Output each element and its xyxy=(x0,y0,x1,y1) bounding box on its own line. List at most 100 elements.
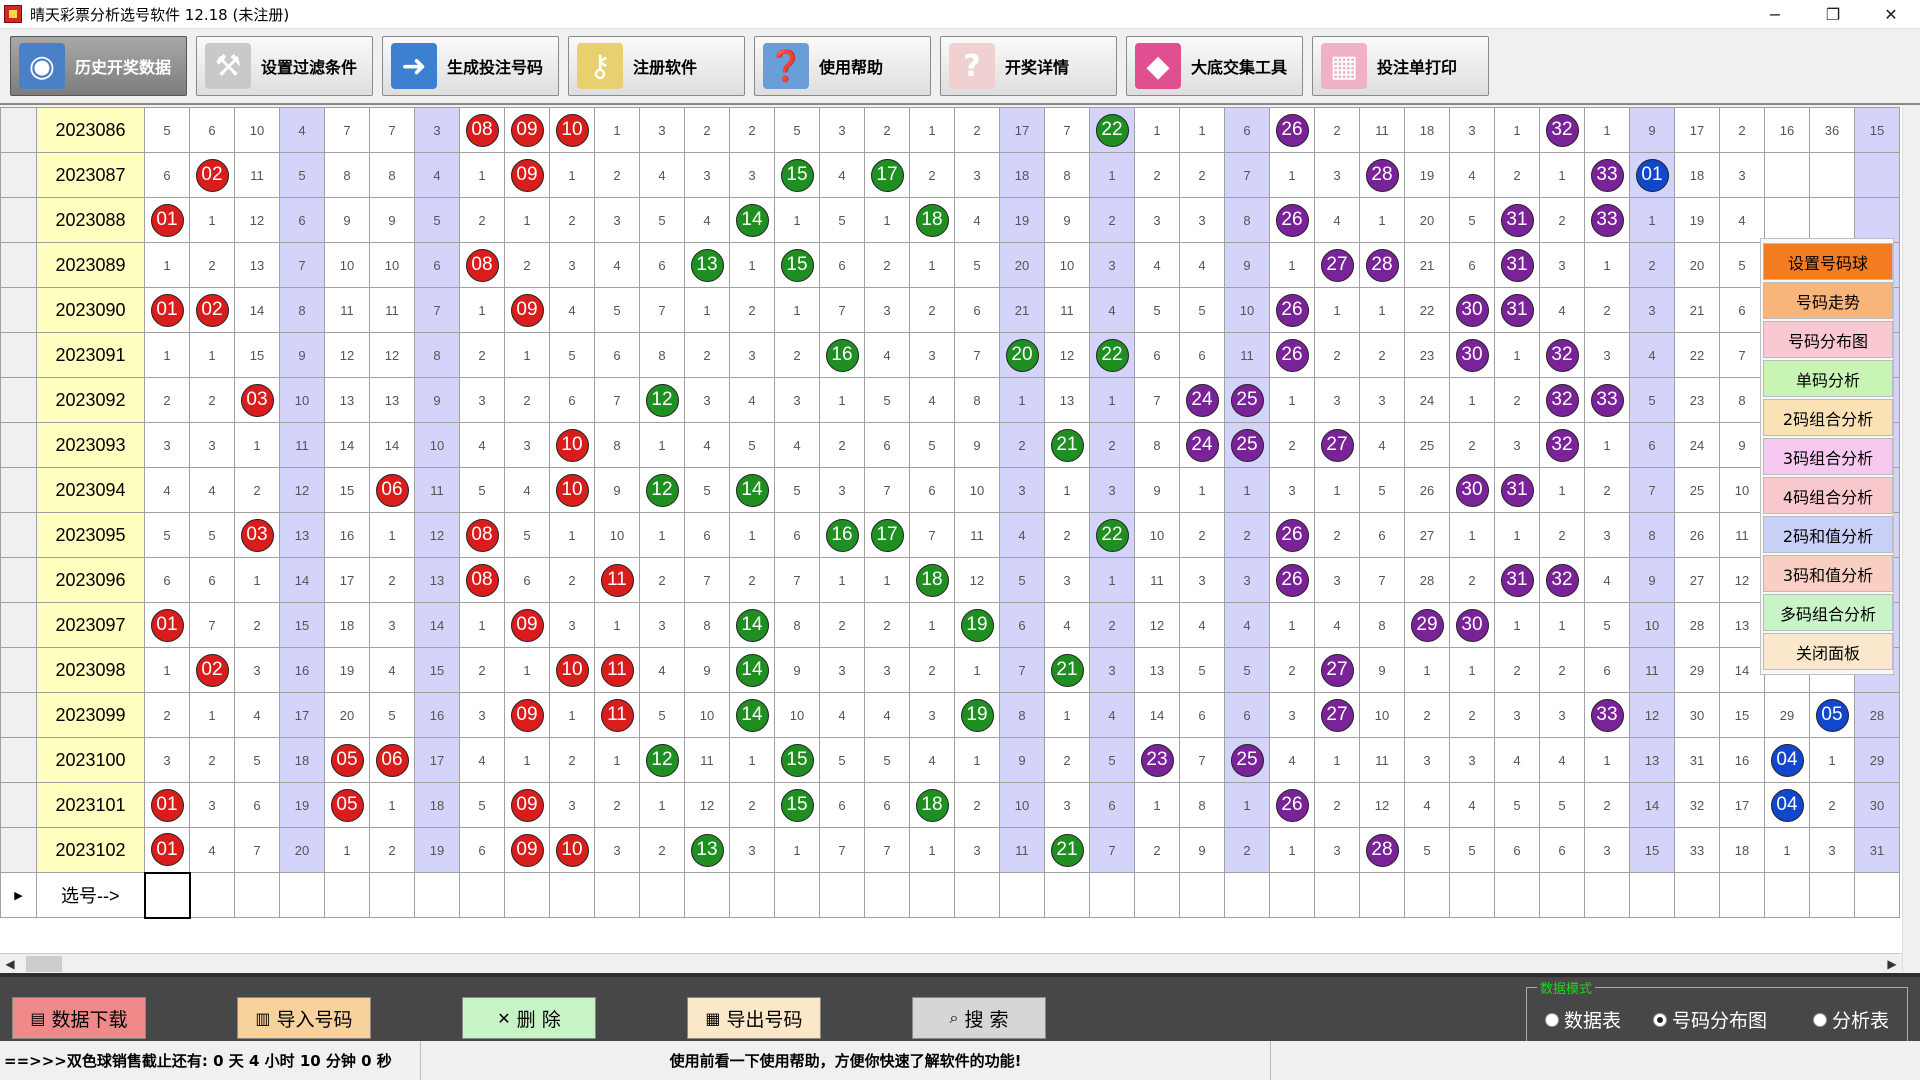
toolbar-button-4[interactable]: ❓ 使用帮助 xyxy=(754,36,931,96)
grid-cell[interactable]: 31 xyxy=(1494,557,1540,603)
grid-cell[interactable]: 5 xyxy=(999,557,1045,603)
toolbar-button-7[interactable]: ▦ 投注单打印 xyxy=(1312,36,1489,96)
grid-cell[interactable]: 1 xyxy=(1584,107,1630,153)
grid-cell[interactable]: 28 xyxy=(1674,602,1720,648)
grid-cell[interactable]: 1 xyxy=(144,647,190,693)
grid-cell[interactable]: 2 xyxy=(1314,782,1360,828)
grid-cell[interactable]: 2 xyxy=(1224,827,1270,873)
grid-cell[interactable]: 3 xyxy=(1224,557,1270,603)
grid-cell[interactable]: 1 xyxy=(1584,737,1630,783)
grid-cell[interactable]: 5 xyxy=(774,467,820,513)
grid-cell[interactable]: 4 xyxy=(1089,692,1135,738)
grid-cell[interactable]: 11 xyxy=(414,467,460,513)
grid-cell[interactable]: 3 xyxy=(549,782,595,828)
grid-cell[interactable]: 16 xyxy=(414,692,460,738)
grid-cell[interactable]: 7 xyxy=(279,242,325,288)
select-input-cell[interactable] xyxy=(1584,872,1630,918)
select-input-cell[interactable] xyxy=(1449,872,1495,918)
grid-cell[interactable]: 05 xyxy=(324,782,370,828)
grid-cell[interactable]: 14 xyxy=(369,422,415,468)
side-panel-button-5[interactable]: 3码组合分析 xyxy=(1763,438,1893,475)
grid-cell[interactable]: 33 xyxy=(1674,827,1720,873)
grid-cell[interactable]: 20 xyxy=(1404,197,1450,243)
grid-cell[interactable]: 6 xyxy=(1629,422,1675,468)
grid-cell[interactable]: 6 xyxy=(1224,107,1270,153)
grid-cell[interactable]: 1 xyxy=(1134,107,1180,153)
grid-cell[interactable]: 2 xyxy=(1584,287,1630,333)
grid-cell[interactable]: 5 xyxy=(729,422,775,468)
grid-cell[interactable]: 1 xyxy=(774,197,820,243)
grid-cell[interactable]: 5 xyxy=(1539,782,1585,828)
grid-cell[interactable]: 13 xyxy=(234,242,280,288)
grid-cell[interactable]: 13 xyxy=(279,512,325,558)
select-input-cell[interactable] xyxy=(1134,872,1180,918)
grid-cell[interactable]: 6 xyxy=(864,782,910,828)
toolbar-button-0[interactable]: ◉ 历史开奖数据 xyxy=(10,36,187,96)
grid-cell[interactable]: 1 xyxy=(1044,467,1090,513)
grid-cell[interactable]: 04 xyxy=(1764,782,1810,828)
grid-cell[interactable]: 15 xyxy=(774,737,820,783)
grid-cell[interactable]: 3 xyxy=(1269,692,1315,738)
grid-cell[interactable]: 8 xyxy=(999,692,1045,738)
grid-cell[interactable]: 1 xyxy=(819,377,865,423)
grid-cell[interactable]: 33 xyxy=(1584,152,1630,198)
select-input-cell[interactable] xyxy=(234,872,280,918)
grid-cell[interactable]: 4 xyxy=(189,827,235,873)
grid-cell[interactable]: 2 xyxy=(1449,422,1495,468)
grid-cell[interactable]: 10 xyxy=(1224,287,1270,333)
grid-cell[interactable]: 11 xyxy=(279,422,325,468)
grid-cell[interactable]: 3 xyxy=(459,692,505,738)
grid-cell[interactable]: 11 xyxy=(1044,287,1090,333)
grid-cell[interactable]: 4 xyxy=(1134,242,1180,288)
grid-cell[interactable]: 9 xyxy=(1044,197,1090,243)
toolbar-button-5[interactable]: ? 开奖详情 xyxy=(940,36,1117,96)
grid-cell[interactable]: 10 xyxy=(774,692,820,738)
grid-cell[interactable]: 27 xyxy=(1314,422,1360,468)
data-mode-radio-2[interactable]: 分析表 xyxy=(1813,1006,1889,1033)
grid-cell[interactable]: 9 xyxy=(1629,557,1675,603)
grid-cell[interactable]: 14 xyxy=(1629,782,1675,828)
grid-cell[interactable]: 32 xyxy=(1539,422,1585,468)
grid-cell[interactable]: 32 xyxy=(1539,107,1585,153)
grid-cell[interactable]: 28 xyxy=(1359,827,1405,873)
grid-cell[interactable]: 1 xyxy=(1224,782,1270,828)
grid-cell[interactable]: 27 xyxy=(1314,692,1360,738)
select-input-cell[interactable] xyxy=(279,872,325,918)
row-header[interactable] xyxy=(0,647,37,693)
grid-cell[interactable]: 5 xyxy=(459,782,505,828)
select-input-cell[interactable] xyxy=(1314,872,1360,918)
grid-cell[interactable]: 7 xyxy=(189,602,235,648)
grid-cell[interactable]: 32 xyxy=(1539,557,1585,603)
grid-cell[interactable]: 1 xyxy=(1314,467,1360,513)
grid-cell[interactable]: 3 xyxy=(1314,377,1360,423)
grid-cell[interactable]: 1 xyxy=(1494,512,1540,558)
grid-cell[interactable]: 32 xyxy=(1674,782,1720,828)
grid-cell[interactable]: 6 xyxy=(279,197,325,243)
grid-cell[interactable]: 7 xyxy=(1359,557,1405,603)
grid-cell[interactable]: 1 xyxy=(774,827,820,873)
grid-cell[interactable]: 22 xyxy=(1089,512,1135,558)
grid-cell[interactable]: 02 xyxy=(189,152,235,198)
grid-cell[interactable]: 2 xyxy=(369,557,415,603)
grid-cell[interactable]: 12 xyxy=(414,512,460,558)
grid-cell[interactable]: 18 xyxy=(1719,827,1765,873)
close-button[interactable]: ✕ xyxy=(1862,0,1920,29)
grid-cell[interactable]: 4 xyxy=(1359,422,1405,468)
grid-cell[interactable]: 5 xyxy=(1494,782,1540,828)
grid-cell[interactable]: 28 xyxy=(1359,242,1405,288)
grid-cell[interactable]: 17 xyxy=(324,557,370,603)
grid-cell[interactable]: 18 xyxy=(1674,152,1720,198)
grid-cell[interactable]: 2 xyxy=(1359,332,1405,378)
grid-cell[interactable]: 22 xyxy=(1089,332,1135,378)
grid-cell[interactable]: 3 xyxy=(729,332,775,378)
grid-cell[interactable]: 18 xyxy=(279,737,325,783)
grid-cell[interactable]: 5 xyxy=(414,197,460,243)
grid-cell[interactable]: 06 xyxy=(369,467,415,513)
grid-cell[interactable]: 7 xyxy=(1044,107,1090,153)
grid-cell[interactable]: 2 xyxy=(1539,647,1585,693)
grid-cell[interactable]: 8 xyxy=(1179,782,1225,828)
grid-cell[interactable]: 26 xyxy=(1269,197,1315,243)
grid-cell[interactable]: 18 xyxy=(909,782,955,828)
grid-cell[interactable]: 1 xyxy=(504,737,550,783)
grid-cell[interactable]: 7 xyxy=(414,287,460,333)
